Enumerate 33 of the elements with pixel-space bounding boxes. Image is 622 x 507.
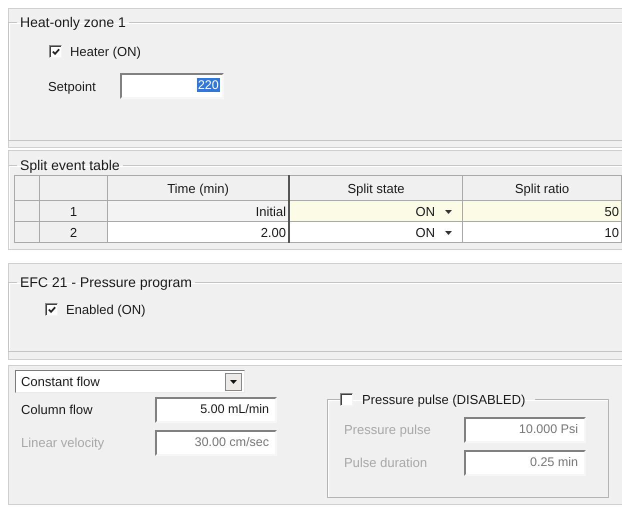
- field-label: Setpoint: [48, 78, 96, 94]
- field-label: Linear velocity: [21, 435, 104, 450]
- field-label: Column flow: [21, 402, 93, 417]
- table-cell: Initial: [108, 200, 289, 222]
- checkbox-label: Heater (ON): [70, 44, 141, 59]
- checkbox[interactable]: [49, 45, 62, 58]
- checkbox-label: Enabled (ON): [66, 302, 146, 317]
- input-field[interactable]: 5.00 mL/min: [155, 396, 277, 422]
- row-number: 2: [40, 222, 108, 242]
- column-header[interactable]: Split state: [289, 176, 462, 200]
- dropdown-cell[interactable]: ON: [289, 222, 462, 242]
- table-cell: 10: [462, 222, 622, 242]
- field-label: Pulse duration: [344, 455, 428, 470]
- header-cell: [14, 176, 40, 200]
- checkbox-label: Pressure pulse (DISABLED): [362, 392, 526, 407]
- column-header[interactable]: Split ratio: [462, 176, 622, 200]
- checkbox[interactable]: [45, 303, 58, 316]
- group-title: Heat-only zone 1: [19, 14, 127, 30]
- caret-icon: [445, 231, 452, 236]
- checkbox[interactable]: [340, 393, 353, 406]
- dropdown-cell[interactable]: ON: [289, 200, 462, 222]
- table-cell: 50: [462, 200, 622, 222]
- field-label: Pressure pulse: [344, 422, 431, 437]
- row-number: 1: [40, 200, 108, 222]
- group-title: Split event table: [19, 157, 121, 173]
- mode-dropdown[interactable]: Constant flow: [15, 370, 245, 393]
- caret-icon: [445, 210, 452, 214]
- group-title: EFC 21 - Pressure program: [19, 274, 193, 290]
- table-cell: 2.00: [108, 222, 289, 242]
- column-header[interactable]: Time (min): [108, 176, 289, 200]
- caret-icon: [225, 372, 242, 390]
- header-cell: [40, 176, 108, 200]
- setpoint-field[interactable]: 220: [120, 73, 224, 99]
